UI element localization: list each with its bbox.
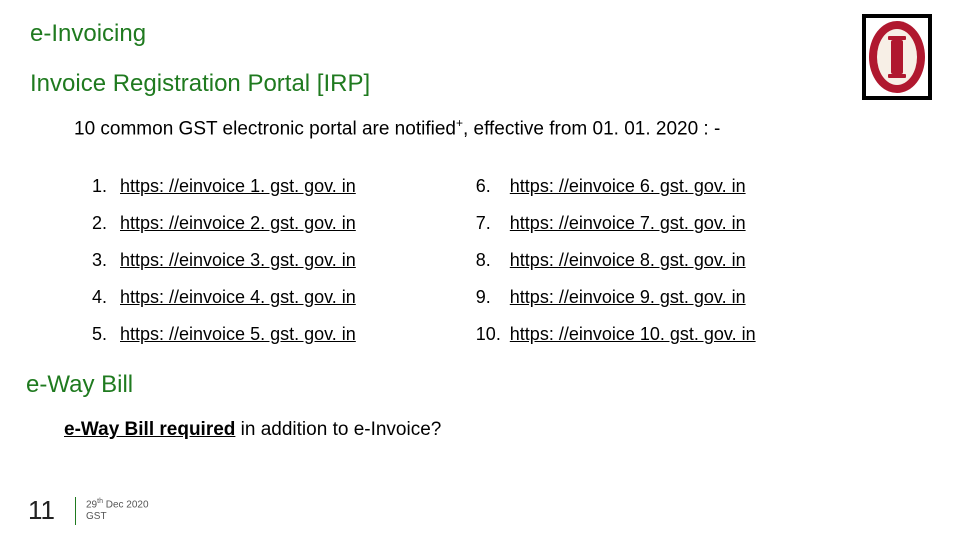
heading-irp: Invoice Registration Portal [IRP]: [30, 70, 930, 98]
list-item: 7.https: //einvoice 7. gst. gov. in: [476, 213, 756, 234]
footer-date-day: 29: [86, 499, 97, 510]
footer-divider: [75, 497, 76, 525]
list-item: 4.https: //einvoice 4. gst. gov. in: [92, 287, 356, 308]
eway-question: e-Way Bill required in addition to e-Inv…: [64, 419, 930, 441]
portal-link[interactable]: https: //einvoice 5. gst. gov. in: [120, 324, 356, 345]
portal-link[interactable]: https: //einvoice 3. gst. gov. in: [120, 250, 356, 271]
list-item: 1.https: //einvoice 1. gst. gov. in: [92, 176, 356, 197]
institute-logo: [862, 14, 932, 100]
list-item: 9.https: //einvoice 9. gst. gov. in: [476, 287, 756, 308]
portal-link[interactable]: https: //einvoice 8. gst. gov. in: [510, 250, 746, 271]
list-number: 8.: [476, 250, 510, 271]
portal-link[interactable]: https: //einvoice 6. gst. gov. in: [510, 176, 746, 197]
portal-link[interactable]: https: //einvoice 10. gst. gov. in: [510, 324, 756, 345]
portal-links-container: 1.https: //einvoice 1. gst. gov. in 2.ht…: [92, 176, 930, 361]
list-item: 5.https: //einvoice 5. gst. gov. in: [92, 324, 356, 345]
footer-label: GST: [86, 511, 149, 523]
eway-question-rest: in addition to e-Invoice?: [235, 419, 441, 440]
list-item: 8.https: //einvoice 8. gst. gov. in: [476, 250, 756, 271]
slide-footer: 11 29th Dec 2020 GST: [28, 495, 149, 526]
list-item: 2.https: //einvoice 2. gst. gov. in: [92, 213, 356, 234]
list-item: 6.https: //einvoice 6. gst. gov. in: [476, 176, 756, 197]
list-number: 3.: [92, 250, 120, 271]
heading-einvoicing: e-Invoicing: [30, 20, 930, 48]
heading-eway-bill: e-Way Bill: [26, 371, 930, 399]
list-number: 6.: [476, 176, 510, 197]
list-number: 9.: [476, 287, 510, 308]
intro-text: 10 common GST electronic portal are noti…: [74, 116, 930, 140]
portal-links-left: 1.https: //einvoice 1. gst. gov. in 2.ht…: [92, 176, 356, 361]
portal-link[interactable]: https: //einvoice 9. gst. gov. in: [510, 287, 746, 308]
portal-link[interactable]: https: //einvoice 4. gst. gov. in: [120, 287, 356, 308]
list-number: 2.: [92, 213, 120, 234]
list-number: 4.: [92, 287, 120, 308]
list-item: 3.https: //einvoice 3. gst. gov. in: [92, 250, 356, 271]
portal-link[interactable]: https: //einvoice 2. gst. gov. in: [120, 213, 356, 234]
list-number: 7.: [476, 213, 510, 234]
list-number: 5.: [92, 324, 120, 345]
intro-suffix: , effective from 01. 01. 2020 : -: [463, 118, 720, 139]
portal-links-right: 6.https: //einvoice 6. gst. gov. in 7.ht…: [476, 176, 756, 361]
intro-prefix: 10 common GST electronic portal are noti…: [74, 118, 456, 139]
list-number: 10.: [476, 324, 510, 345]
intro-sup: +: [456, 116, 463, 130]
portal-link[interactable]: https: //einvoice 7. gst. gov. in: [510, 213, 746, 234]
list-item: 10.https: //einvoice 10. gst. gov. in: [476, 324, 756, 345]
portal-link[interactable]: https: //einvoice 1. gst. gov. in: [120, 176, 356, 197]
footer-date-rest: Dec 2020: [103, 499, 149, 510]
footer-date-block: 29th Dec 2020 GST: [86, 498, 149, 523]
list-number: 1.: [92, 176, 120, 197]
page-number: 11: [28, 495, 55, 526]
eway-question-bold: e-Way Bill required: [64, 419, 235, 440]
